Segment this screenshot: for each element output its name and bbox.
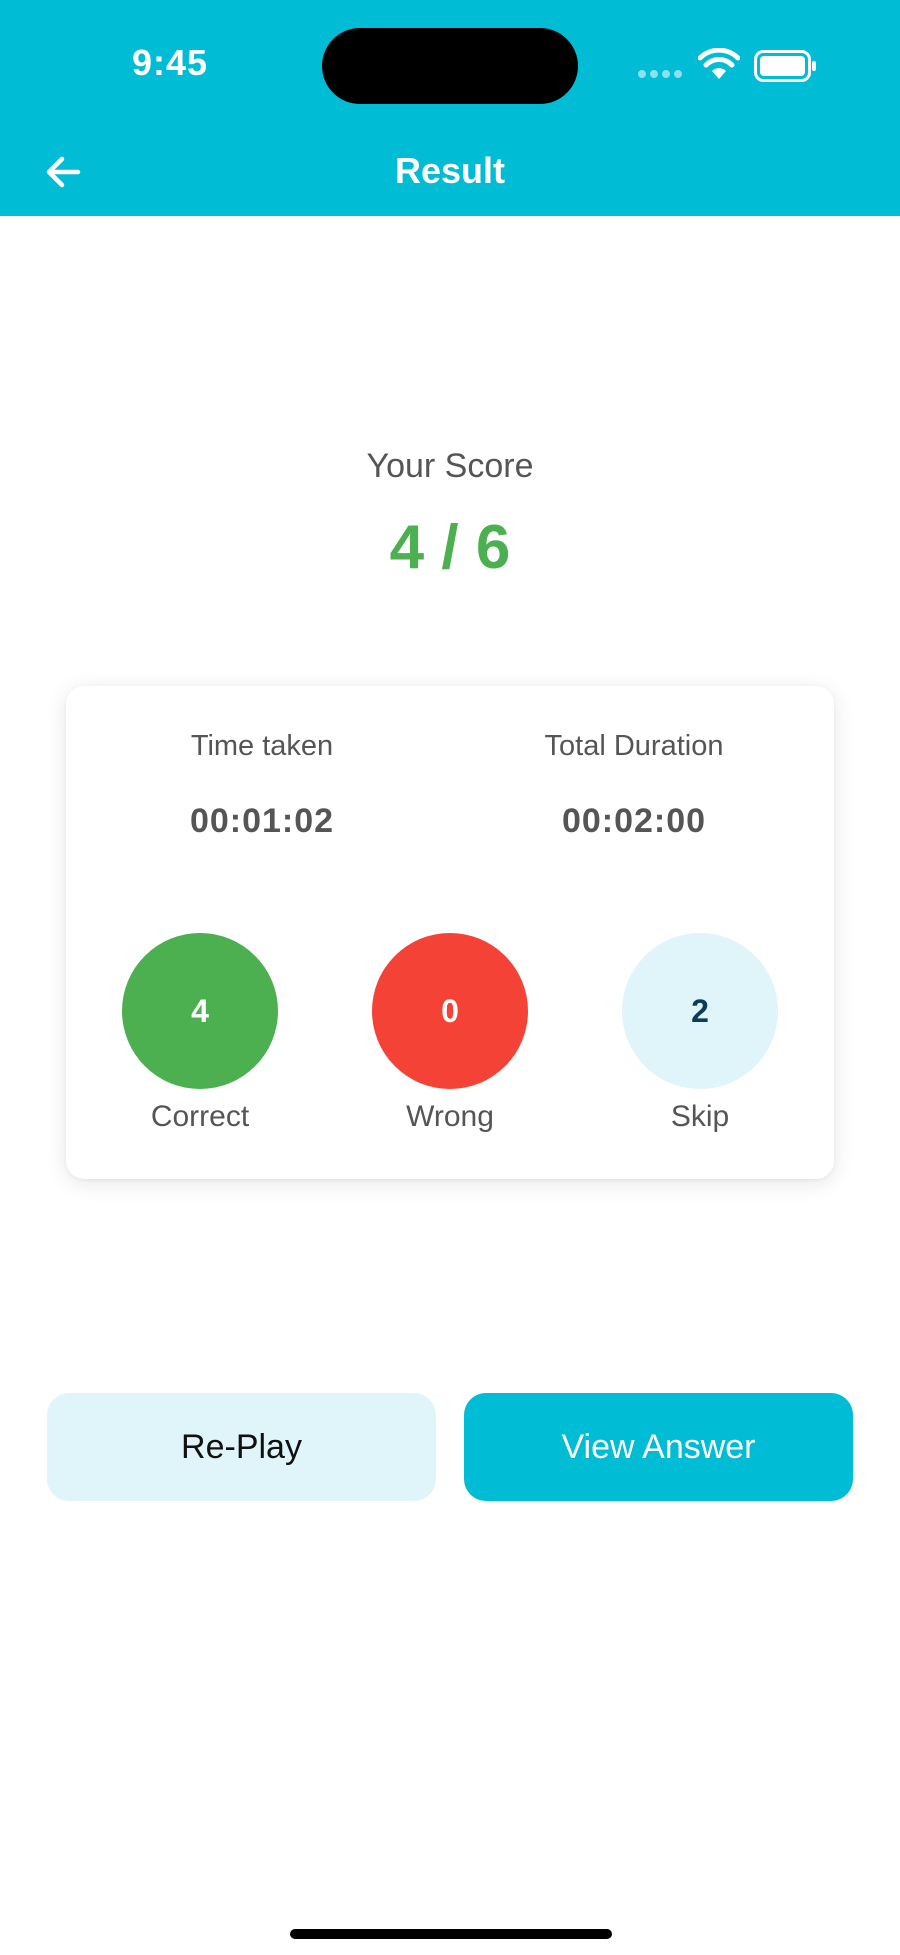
time-taken-label: Time taken (190, 730, 334, 762)
signal-dots-icon (638, 70, 684, 80)
back-button[interactable] (40, 148, 88, 196)
arrow-left-icon (46, 156, 81, 188)
total-duration-value: 00:02:00 (561, 802, 707, 840)
page-title: Result (394, 150, 506, 191)
result-screen: 9:45 Result Your Score 4 / 6 Time taken … (0, 0, 900, 1955)
battery-icon (754, 50, 816, 82)
wrong-label: Wrong (406, 1100, 494, 1133)
wrong-count-badge: 0 (372, 933, 528, 1089)
skip-count-badge: 2 (622, 933, 778, 1089)
correct-label: Correct (150, 1100, 250, 1133)
time-taken-value: 00:01:02 (189, 802, 335, 840)
correct-count-badge: 4 (122, 933, 278, 1089)
total-duration-label: Total Duration (544, 730, 724, 762)
view-answer-button[interactable]: View Answer (464, 1393, 853, 1501)
wifi-icon (698, 48, 740, 79)
score-label: Your Score (366, 447, 534, 485)
skip-label: Skip (670, 1100, 730, 1133)
app-header: 9:45 Result (0, 0, 900, 216)
replay-button[interactable]: Re-Play (47, 1393, 436, 1501)
score-value: 4 / 6 (389, 513, 511, 582)
status-time: 9:45 (131, 42, 209, 83)
result-summary-card: Time taken 00:01:02 Total Duration 00:02… (66, 686, 834, 1179)
home-indicator (290, 1929, 612, 1939)
dynamic-island (322, 28, 578, 104)
